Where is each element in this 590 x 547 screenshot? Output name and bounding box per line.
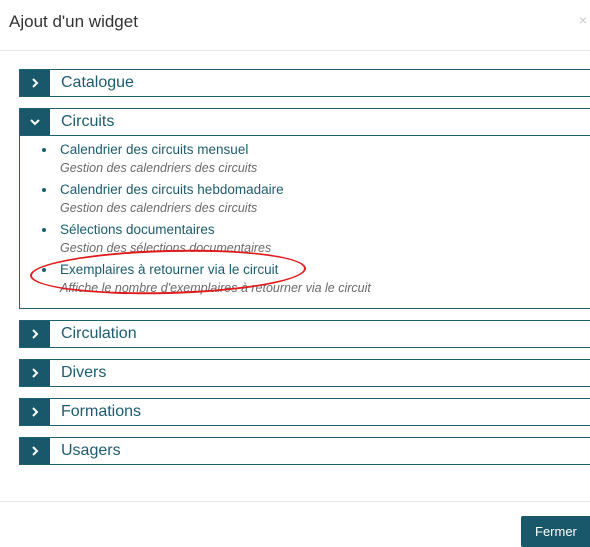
close-button[interactable]: Fermer <box>521 516 590 547</box>
add-widget-modal: Ajout d'un widget × Catalogue Circuits C… <box>0 0 590 547</box>
bullet-icon <box>42 148 46 152</box>
widget-title-link[interactable]: Calendrier des circuits hebdomadaire <box>60 181 590 199</box>
list-item[interactable]: Calendrier des circuits mensuel Gestion … <box>42 141 590 181</box>
widget-list: Calendrier des circuits mensuel Gestion … <box>42 141 590 301</box>
footer-divider <box>0 501 590 502</box>
chevron-right-icon[interactable] <box>20 438 50 464</box>
section-catalogue[interactable]: Catalogue <box>19 69 590 97</box>
section-divers[interactable]: Divers <box>19 359 590 387</box>
widget-description: Gestion des sélections documentaires <box>60 241 272 255</box>
bullet-icon <box>42 188 46 192</box>
bullet-icon <box>42 268 46 272</box>
list-item[interactable]: Sélections documentaires Gestion des sél… <box>42 221 590 261</box>
circuits-widget-list: Calendrier des circuits mensuel Gestion … <box>19 136 590 309</box>
chevron-right-icon[interactable] <box>20 70 50 96</box>
list-item[interactable]: Exemplaires à retourner via le circuit A… <box>42 261 590 301</box>
section-label: Formations <box>61 403 142 420</box>
widget-categories: Catalogue Circuits Calendrier des circui… <box>19 69 590 476</box>
close-icon[interactable]: × <box>579 12 587 28</box>
section-circuits[interactable]: Circuits <box>19 108 590 136</box>
widget-title-link[interactable]: Calendrier des circuits mensuel <box>60 141 590 159</box>
modal-header: Ajout d'un widget × <box>0 0 590 51</box>
chevron-down-icon[interactable] <box>20 109 50 135</box>
chevron-right-icon[interactable] <box>20 399 50 425</box>
section-label: Catalogue <box>61 74 134 91</box>
section-label: Circulation <box>61 325 137 342</box>
widget-description: Gestion des calendriers des circuits <box>60 201 258 215</box>
widget-title-link[interactable]: Exemplaires à retourner via le circuit <box>60 261 590 279</box>
chevron-right-icon[interactable] <box>20 321 50 347</box>
widget-description: Gestion des calendriers des circuits <box>60 161 258 175</box>
section-circulation[interactable]: Circulation <box>19 320 590 348</box>
modal-title: Ajout d'un widget <box>9 12 138 31</box>
section-label: Usagers <box>61 442 121 459</box>
section-usagers[interactable]: Usagers <box>19 437 590 465</box>
widget-title-link[interactable]: Sélections documentaires <box>60 221 590 239</box>
widget-description: Affiche le nombre d'exemplaires à retour… <box>60 281 371 295</box>
list-item[interactable]: Calendrier des circuits hebdomadaire Ges… <box>42 181 590 221</box>
bullet-icon <box>42 228 46 232</box>
section-formations[interactable]: Formations <box>19 398 590 426</box>
section-label: Circuits <box>61 113 115 130</box>
chevron-right-icon[interactable] <box>20 360 50 386</box>
section-label: Divers <box>61 364 107 381</box>
